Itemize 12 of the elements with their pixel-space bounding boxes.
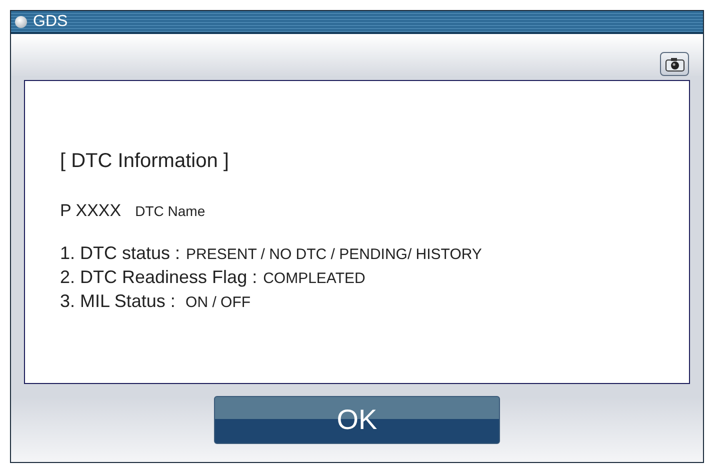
item-label: 1. DTC status : <box>60 242 180 264</box>
item-label: 2. DTC Readiness Flag : <box>60 266 258 288</box>
item-value: ON / OFF <box>184 292 251 312</box>
item-value: COMPLEATED <box>263 268 366 288</box>
dtc-code: P XXXX <box>60 200 122 222</box>
section-heading: [ DTC Information ] <box>60 151 230 171</box>
window-title: GDS <box>33 14 68 30</box>
dtc-name: DTC Name <box>135 202 206 221</box>
camera-icon[interactable] <box>660 52 689 76</box>
ok-button[interactable]: OK <box>214 396 500 444</box>
item-label: 3. MIL Status : <box>60 290 176 312</box>
item-value: PRESENT / NO DTC / PENDING/ HISTORY <box>186 244 482 264</box>
